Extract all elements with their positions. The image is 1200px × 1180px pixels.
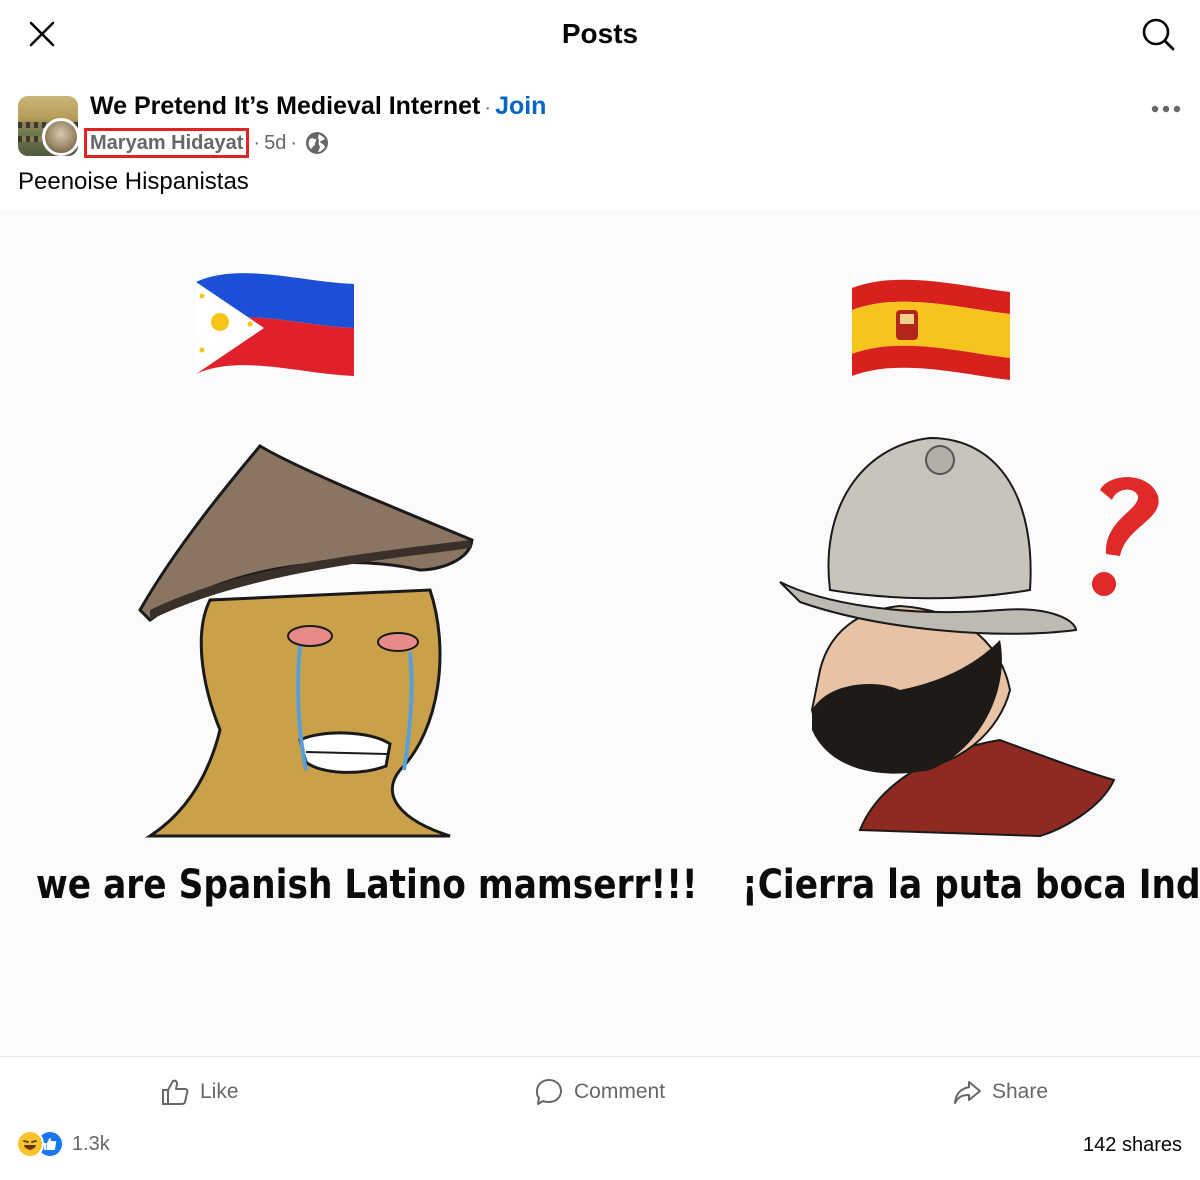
- close-icon: [29, 21, 55, 47]
- join-button[interactable]: Join: [495, 92, 546, 120]
- reaction-summary[interactable]: 1.3k: [16, 1130, 110, 1158]
- post-time[interactable]: 5d: [264, 132, 286, 155]
- thumbs-up-icon: [162, 1079, 189, 1105]
- globe-icon: [305, 131, 329, 155]
- share-button[interactable]: Share: [952, 1073, 1048, 1111]
- meme-text-left: we are Spanish Latino mamserr!!!: [36, 862, 698, 908]
- close-button[interactable]: [20, 14, 64, 54]
- post-meta: Maryam Hidayat · 5d ·: [84, 128, 329, 158]
- action-bar: Like Comment Share: [0, 1056, 1200, 1126]
- conquistador-illustration: [779, 436, 1159, 838]
- more-options-button[interactable]: [1146, 94, 1186, 124]
- share-icon: [954, 1081, 981, 1104]
- search-icon: [1142, 18, 1175, 51]
- more-horizontal-icon: [1151, 105, 1181, 113]
- group-name-link[interactable]: We Pretend It’s Medieval Internet: [90, 92, 480, 120]
- separator: ·: [484, 97, 492, 119]
- philippines-flag: [196, 273, 354, 376]
- search-button[interactable]: [1136, 12, 1180, 56]
- like-label: Like: [200, 1080, 239, 1103]
- separator: ·: [253, 131, 261, 154]
- separator: ·: [290, 131, 297, 154]
- share-count[interactable]: 142 shares: [1083, 1134, 1182, 1157]
- group-line: We Pretend It’s Medieval Internet · Join: [90, 92, 546, 121]
- comment-label: Comment: [574, 1080, 666, 1103]
- meme-text-right: ¡Cierra la puta boca Indio!: [742, 862, 1200, 908]
- haha-reaction-icon: [16, 1130, 44, 1158]
- share-label: Share: [992, 1080, 1049, 1103]
- page-title: Posts: [561, 18, 639, 49]
- author-avatar[interactable]: [42, 118, 80, 156]
- author-name-link[interactable]: Maryam Hidayat: [84, 128, 250, 158]
- top-bar: Posts: [0, 0, 1200, 68]
- comment-button[interactable]: Comment: [534, 1073, 665, 1111]
- crying-wojak-illustration: [138, 444, 474, 838]
- comment-icon: [536, 1079, 562, 1105]
- post-stats: 1.3k 142 shares: [0, 1126, 1200, 1166]
- like-button[interactable]: Like: [160, 1073, 239, 1111]
- post-caption: Peenoise Hispanistas: [18, 168, 249, 195]
- spain-flag: [852, 279, 1010, 380]
- post-image[interactable]: we are Spanish Latino mamserr!!! ¡Cierra…: [0, 210, 1200, 1055]
- post-header: We Pretend It’s Medieval Internet · Join M…: [0, 88, 1200, 168]
- reaction-count: 1.3k: [72, 1132, 110, 1155]
